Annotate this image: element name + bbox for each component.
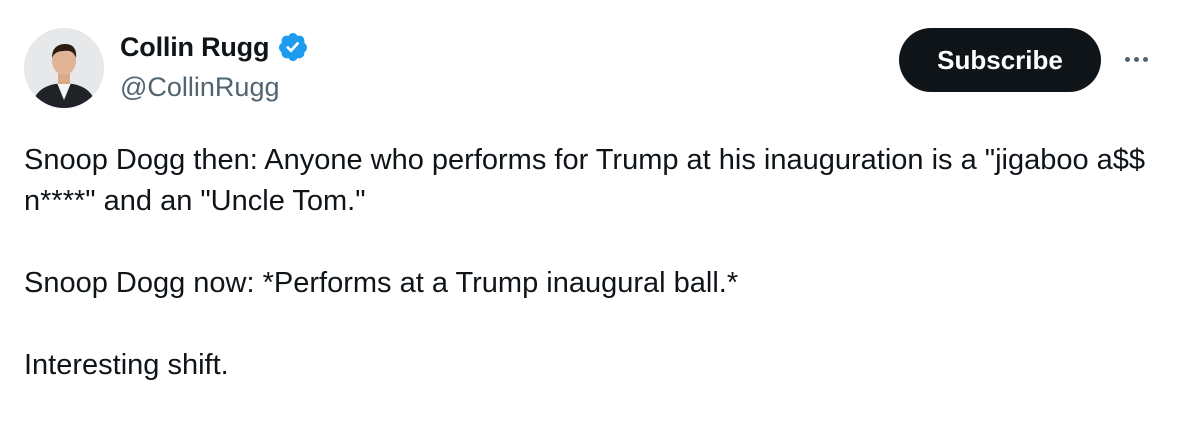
tweet-card: Collin Rugg @CollinRugg Subscribe Snoop … [0,0,1180,446]
tweet-paragraph: Snoop Dogg then: Anyone who performs for… [24,144,1154,217]
tweet-text: Snoop Dogg then: Anyone who performs for… [24,140,1164,386]
avatar[interactable] [24,28,104,108]
more-dot [1124,56,1130,62]
author-display-name[interactable]: Collin Rugg [120,32,269,63]
author-name-row: Collin Rugg [120,30,309,64]
tweet-paragraph: Interesting shift. [24,349,229,381]
tweet-paragraph: Snoop Dogg now: *Performs at a Trump ina… [24,267,739,299]
author-handle[interactable]: @CollinRugg [120,72,279,103]
verified-badge-icon[interactable] [277,31,309,63]
more-options-icon[interactable] [1116,44,1156,74]
profile-photo [24,28,104,108]
more-dot [1142,56,1148,62]
more-dot [1133,56,1139,62]
subscribe-button[interactable]: Subscribe [899,28,1101,92]
